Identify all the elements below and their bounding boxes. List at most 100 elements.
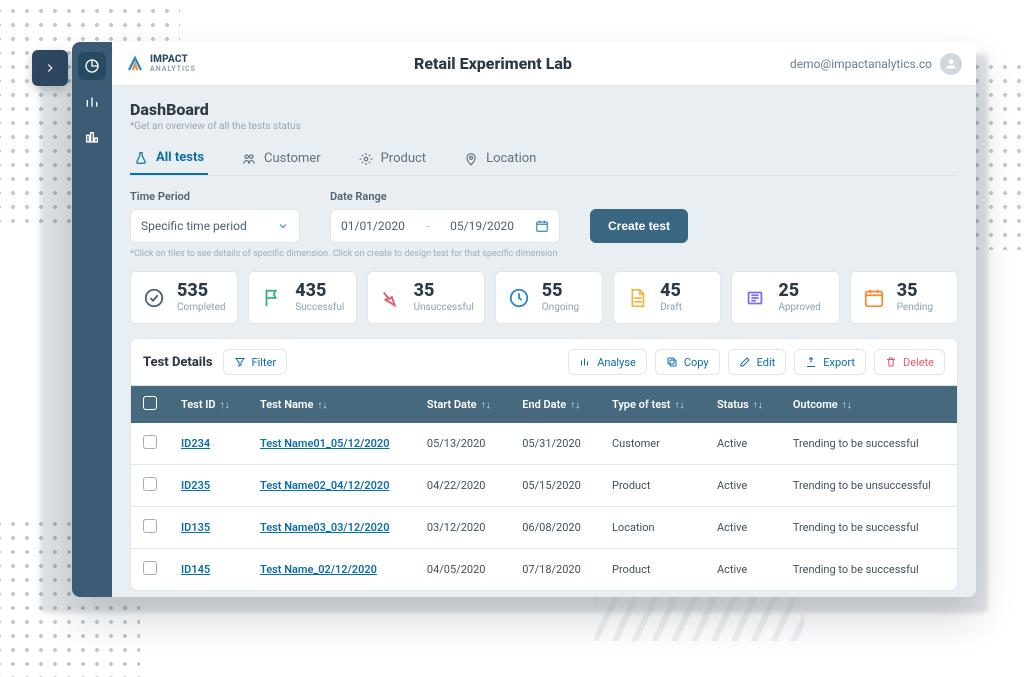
row-checkbox[interactable] <box>143 561 157 575</box>
date-to: 05/19/2020 <box>450 219 514 233</box>
tab-all-tests[interactable]: All tests <box>130 142 208 175</box>
panel-title: Test Details <box>143 355 213 370</box>
table-row: ID145 Test Name_02/12/2020 04/05/202007/18… <box>131 549 957 591</box>
cell-start: 03/12/2020 <box>415 507 510 549</box>
filter-icon <box>234 356 246 368</box>
brand: IMPACT ANALYTICS <box>126 54 196 73</box>
kpi-pending[interactable]: 35Pending <box>850 271 958 324</box>
filter-button[interactable]: Filter <box>223 349 288 375</box>
table-row: ID135Test Name03_03/12/202003/12/202006/… <box>131 507 957 549</box>
col-test-name[interactable]: Test Name↑↓ <box>248 386 415 423</box>
sidebar-item-reports[interactable] <box>78 88 106 116</box>
delete-button[interactable]: Delete <box>874 349 945 375</box>
table-row: ID234 Test Name01_05/12/2020 05/13/202005/… <box>131 423 957 465</box>
sidebar-item-data[interactable] <box>78 124 106 152</box>
calendar-icon <box>535 219 549 233</box>
col-end-date[interactable]: End Date↑↓ <box>510 386 600 423</box>
test-id-link[interactable]: ID145 <box>181 563 210 576</box>
kpi-approved[interactable]: 25Approved <box>731 271 839 324</box>
tabs: All tests Customer Product Location <box>130 142 958 176</box>
test-name-link[interactable]: Test Name01_05/12/2020 <box>260 437 390 450</box>
date-from: 01/01/2020 <box>341 219 405 233</box>
cell-end: 05/15/2020 <box>510 465 600 507</box>
copy-icon <box>666 356 678 368</box>
test-name-link[interactable]: Test Name02_04/12/2020 <box>260 479 390 492</box>
edit-icon <box>739 356 751 368</box>
calendar-icon <box>861 285 887 311</box>
user-email: demo@impactanalytics.co <box>790 57 932 71</box>
cell-end: 05/31/2020 <box>510 423 600 465</box>
chevron-down-icon <box>277 220 289 232</box>
test-table: Test ID↑↓Test Name↑↓Start Date↑↓End Date… <box>131 386 957 590</box>
avatar[interactable] <box>940 53 962 75</box>
row-checkbox[interactable] <box>143 477 157 491</box>
cell-status: Active <box>705 549 781 591</box>
kpi-ongoing[interactable]: 55Ongoing <box>495 271 603 324</box>
page-title: DashBoard <box>130 100 958 119</box>
filter-label: Filter <box>252 356 277 369</box>
cell-outcome: Trending to be successful <box>781 507 957 549</box>
col-outcome[interactable]: Outcome↑↓ <box>781 386 957 423</box>
cell-start: 04/05/2020 <box>415 549 510 591</box>
flask-icon <box>134 151 148 165</box>
col-status[interactable]: Status↑↓ <box>705 386 781 423</box>
cell-status: Active <box>705 423 781 465</box>
create-test-button[interactable]: Create test <box>590 209 688 243</box>
cell-status: Active <box>705 507 781 549</box>
sidebar-item-dashboard[interactable] <box>78 52 106 80</box>
doc-icon <box>624 285 650 311</box>
brand-top: IMPACT <box>150 54 196 65</box>
test-name-link[interactable]: Test Name_02/12/2020 <box>260 563 377 576</box>
copy-button[interactable]: Copy <box>655 349 720 375</box>
date-range-picker[interactable]: 01/01/2020 - 05/19/2020 <box>330 209 560 243</box>
tab-product[interactable]: Product <box>355 142 430 175</box>
people-icon <box>242 152 256 166</box>
edit-button[interactable]: Edit <box>728 349 787 375</box>
test-id-link[interactable]: ID235 <box>181 479 210 492</box>
sidebar-expand-button[interactable] <box>32 50 68 86</box>
check-icon <box>141 285 167 311</box>
kpi-completed[interactable]: 535Completed <box>130 271 238 324</box>
row-checkbox[interactable] <box>143 435 157 449</box>
col-start-date[interactable]: Start Date↑↓ <box>415 386 510 423</box>
time-period-label: Time Period <box>130 190 300 203</box>
brand-bottom: ANALYTICS <box>150 65 196 73</box>
tab-location[interactable]: Location <box>460 142 540 175</box>
select-all-checkbox[interactable] <box>143 396 157 410</box>
cell-outcome: Trending to be successful <box>781 423 957 465</box>
export-icon <box>805 356 817 368</box>
cell-type: Product <box>600 549 705 591</box>
cell-outcome: Trending to be successful <box>781 549 957 591</box>
app-title: Retail Experiment Lab <box>210 54 776 73</box>
kpi-successful[interactable]: 435Successful <box>248 271 356 324</box>
kpi-draft[interactable]: 45Draft <box>613 271 721 324</box>
kpi-row: 535Completed435Successful35Unsuccessful5… <box>130 271 958 324</box>
cell-start: 05/13/2020 <box>415 423 510 465</box>
down-icon <box>378 285 404 311</box>
time-period-select[interactable]: Specific time period <box>130 209 300 243</box>
col-type-of-test[interactable]: Type of test↑↓ <box>600 386 705 423</box>
gear-icon <box>359 152 373 166</box>
col-test-id[interactable]: Test ID↑↓ <box>169 386 248 423</box>
filters-helper: *Click on tiles to see details of specif… <box>130 249 958 259</box>
cell-start: 04/22/2020 <box>415 465 510 507</box>
export-button[interactable]: Export <box>794 349 866 375</box>
table-row: ID235 Test Name02_04/12/2020 04/22/202005/… <box>131 465 957 507</box>
trash-icon <box>885 356 897 368</box>
cell-type: Location <box>600 507 705 549</box>
cell-status: Active <box>705 465 781 507</box>
cell-type: Customer <box>600 423 705 465</box>
cell-end: 07/18/2020 <box>510 549 600 591</box>
test-name-link[interactable]: Test Name03_03/12/2020 <box>260 521 390 534</box>
page-subtitle: *Get an overview of all the tests status <box>130 121 958 132</box>
clock-icon <box>506 285 532 311</box>
test-id-link[interactable]: ID234 <box>181 437 210 450</box>
test-id-link[interactable]: ID135 <box>181 521 210 534</box>
kpi-unsuccessful[interactable]: 35Unsuccessful <box>367 271 485 324</box>
flag-icon <box>259 285 285 311</box>
analyse-button[interactable]: Analyse <box>568 349 647 375</box>
row-checkbox[interactable] <box>143 519 157 533</box>
tab-customer[interactable]: Customer <box>238 142 325 175</box>
date-range-label: Date Range <box>330 190 560 203</box>
stamp-icon <box>742 285 768 311</box>
